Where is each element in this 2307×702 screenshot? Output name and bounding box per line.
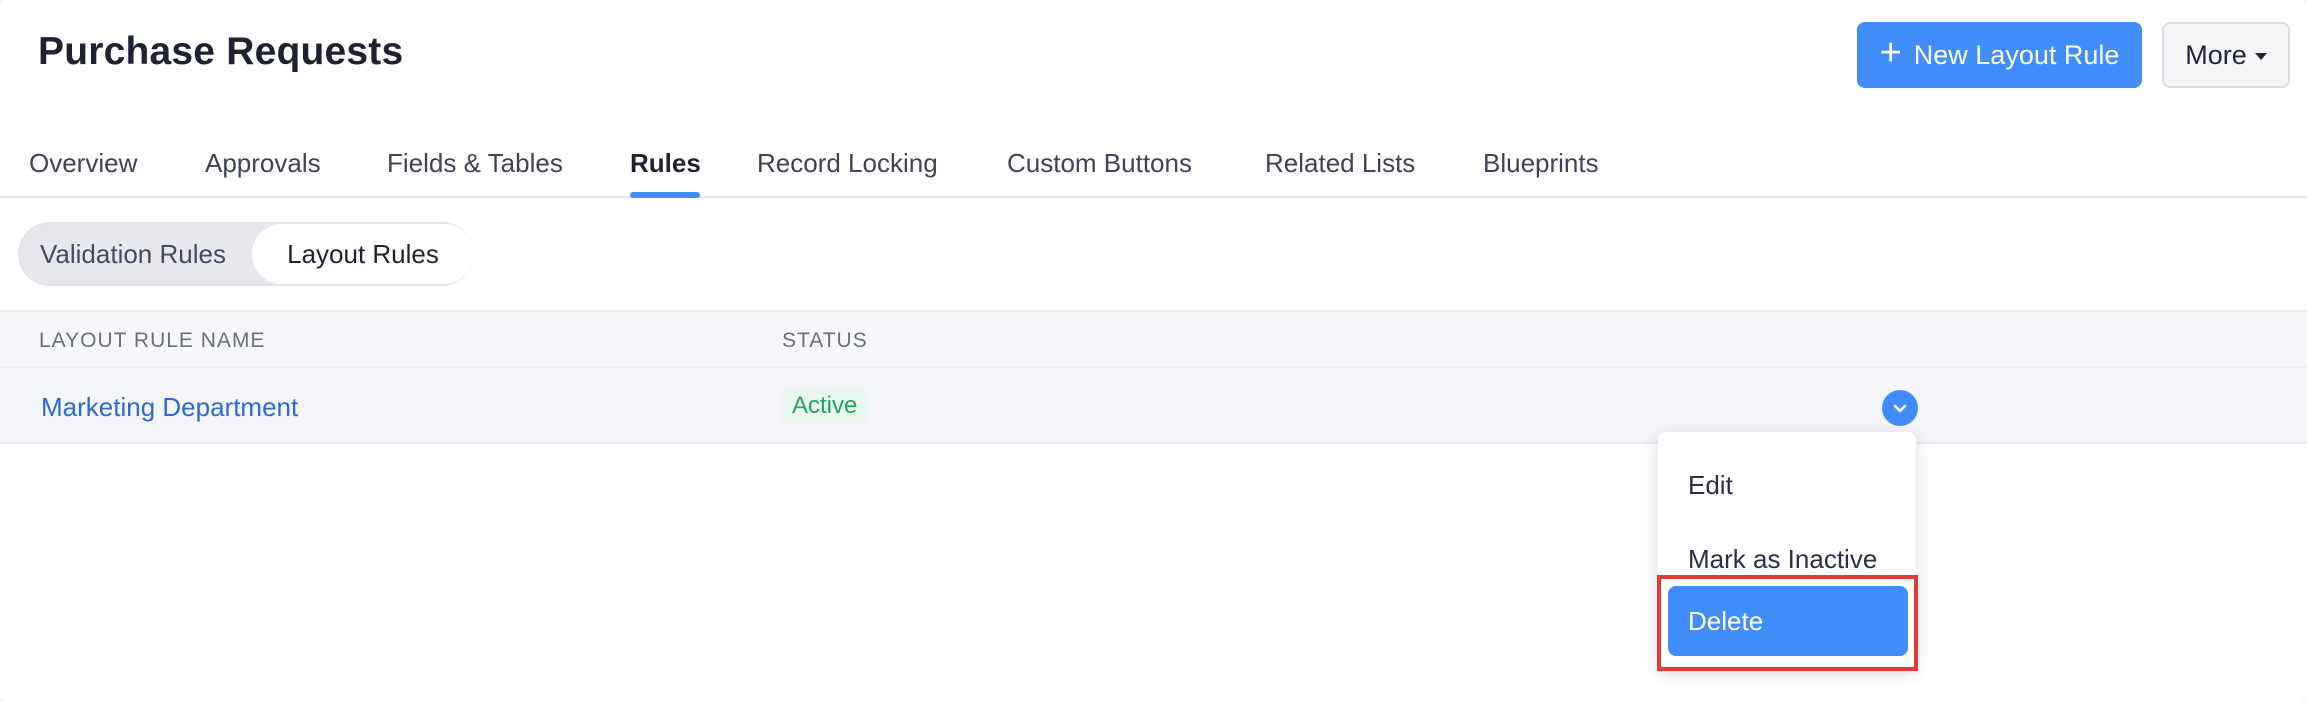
tab-rules[interactable]: Rules	[630, 148, 701, 179]
new-layout-rule-button[interactable]: + New Layout Rule	[1857, 22, 2142, 88]
column-header-name: LAYOUT RULE NAME	[39, 329, 266, 352]
page-header: Purchase Requests + New Layout Rule More	[0, 0, 2307, 110]
layout-rules-tab[interactable]: Layout Rules	[252, 224, 474, 284]
tab-record-locking[interactable]: Record Locking	[757, 148, 938, 179]
tab-approvals[interactable]: Approvals	[205, 148, 321, 179]
validation-rules-tab[interactable]: Validation Rules	[40, 224, 226, 284]
new-layout-rule-label: New Layout Rule	[1913, 39, 2120, 70]
plus-icon: +	[1879, 32, 1902, 74]
tab-blueprints[interactable]: Blueprints	[1483, 148, 1599, 179]
tab-custom-buttons[interactable]: Custom Buttons	[1007, 148, 1192, 179]
rule-type-switcher: Validation Rules Layout Rules	[18, 222, 474, 286]
column-header-status: STATUS	[782, 329, 868, 352]
page: Purchase Requests + New Layout Rule More…	[0, 0, 2307, 702]
tab-bar: Overview Approvals Fields & Tables Rules…	[0, 130, 2307, 198]
tab-related-lists[interactable]: Related Lists	[1265, 148, 1415, 179]
more-button[interactable]: More	[2162, 22, 2290, 88]
row-actions-chevron-button[interactable]	[1882, 390, 1918, 426]
caret-down-icon	[2254, 52, 2267, 60]
menu-item-mark-inactive[interactable]: Mark as Inactive	[1658, 524, 1916, 594]
table-row[interactable]: Marketing Department Active	[0, 368, 2307, 444]
page-title: Purchase Requests	[38, 30, 404, 73]
row-actions-menu: Edit Mark as Inactive Delete	[1658, 432, 1916, 670]
menu-item-delete[interactable]: Delete	[1668, 586, 1908, 656]
menu-item-edit[interactable]: Edit	[1658, 450, 1916, 520]
status-badge: Active	[782, 388, 868, 424]
chevron-down-icon	[1893, 404, 1907, 413]
active-tab-indicator	[630, 192, 700, 198]
table-header: LAYOUT RULE NAME STATUS	[0, 310, 2307, 368]
more-label: More	[2185, 39, 2247, 70]
tab-fields-tables[interactable]: Fields & Tables	[387, 148, 563, 179]
tab-overview[interactable]: Overview	[29, 148, 137, 179]
rule-name-link[interactable]: Marketing Department	[41, 392, 298, 423]
